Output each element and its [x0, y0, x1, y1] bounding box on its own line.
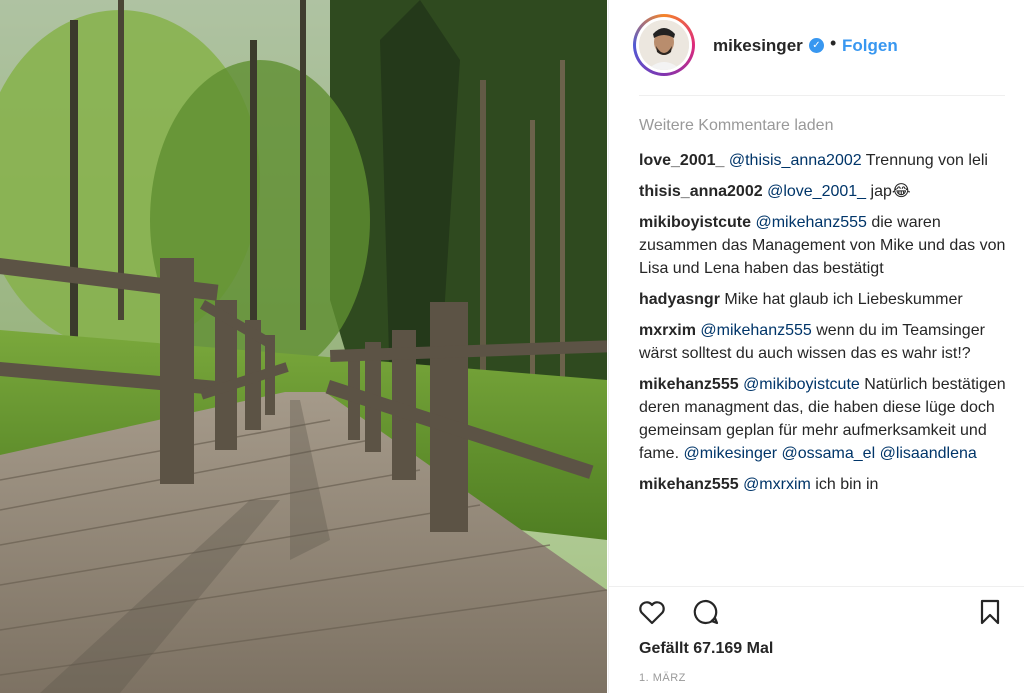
comment-username[interactable]: mxrxim [639, 322, 696, 339]
likes-count[interactable]: Gefällt 67.169 Mal [639, 640, 773, 658]
comment-item: mikehanz555 @mikiboyistcute Natürlich be… [639, 373, 1007, 465]
post-photo-boardwalk [0, 0, 607, 693]
avatar-image [639, 20, 689, 70]
comment-text: Mike hat glaub ich Liebeskummer [719, 291, 963, 308]
comment-item: thisis_anna2002 @love_2001_ jap😂 [639, 180, 1007, 203]
comment-text: ich bin in [810, 476, 879, 493]
load-more-comments-link[interactable]: Weitere Kommentare laden [639, 114, 1007, 137]
comment-mentions-trailing[interactable]: @mikesinger @ossama_el @lisaandlena [683, 445, 976, 462]
post-detail-panel: mikesinger ✓ • Folgen Weitere Kommentare… [608, 0, 1024, 693]
post-header: mikesinger ✓ • Folgen [609, 0, 1024, 96]
comment-mention[interactable]: @love_2001_ [767, 183, 866, 200]
separator-dot: • [830, 33, 837, 53]
post-actions-bar [609, 586, 1024, 636]
comment-username[interactable]: mikehanz555 [639, 476, 739, 493]
comment-username[interactable]: mikehanz555 [639, 376, 739, 393]
comment-username[interactable]: thisis_anna2002 [639, 183, 763, 200]
comment-icon[interactable] [691, 597, 721, 627]
comment-mention[interactable]: @thisis_anna2002 [729, 152, 862, 169]
comment-text: Trennung von leli [861, 152, 988, 169]
header-divider [639, 95, 1005, 96]
post-date: 1. MÄRZ [639, 672, 686, 684]
follow-button[interactable]: Folgen [842, 36, 898, 56]
comment-item: mikehanz555 @mxrxim ich bin in [639, 473, 1007, 496]
comment-item: hadyasngr Mike hat glaub ich Liebeskumme… [639, 288, 1007, 311]
verified-badge-icon: ✓ [809, 38, 824, 53]
post-photo[interactable] [0, 0, 607, 693]
bookmark-icon[interactable] [975, 597, 1005, 627]
comment-mention[interactable]: @mikehanz555 [700, 322, 811, 339]
comment-username[interactable]: love_2001_ [639, 152, 724, 169]
comments-list: Weitere Kommentare laden love_2001_ @thi… [639, 114, 1007, 584]
comment-mention[interactable]: @mikiboyistcute [743, 376, 860, 393]
comment-item: love_2001_ @thisis_anna2002 Trennung von… [639, 149, 1007, 172]
comment-username[interactable]: mikiboyistcute [639, 214, 751, 231]
comment-username[interactable]: hadyasngr [639, 291, 720, 308]
comment-text: jap😂 [866, 183, 911, 200]
comment-item: mxrxim @mikehanz555 wenn du im Teamsinge… [639, 319, 1007, 365]
comment-mention[interactable]: @mikehanz555 [755, 214, 866, 231]
comment-mention[interactable]: @mxrxim [743, 476, 811, 493]
heart-icon[interactable] [637, 597, 667, 627]
avatar[interactable] [633, 14, 695, 76]
comment-item: mikiboyistcute @mikehanz555 die waren zu… [639, 211, 1007, 280]
username-link[interactable]: mikesinger [713, 36, 803, 56]
